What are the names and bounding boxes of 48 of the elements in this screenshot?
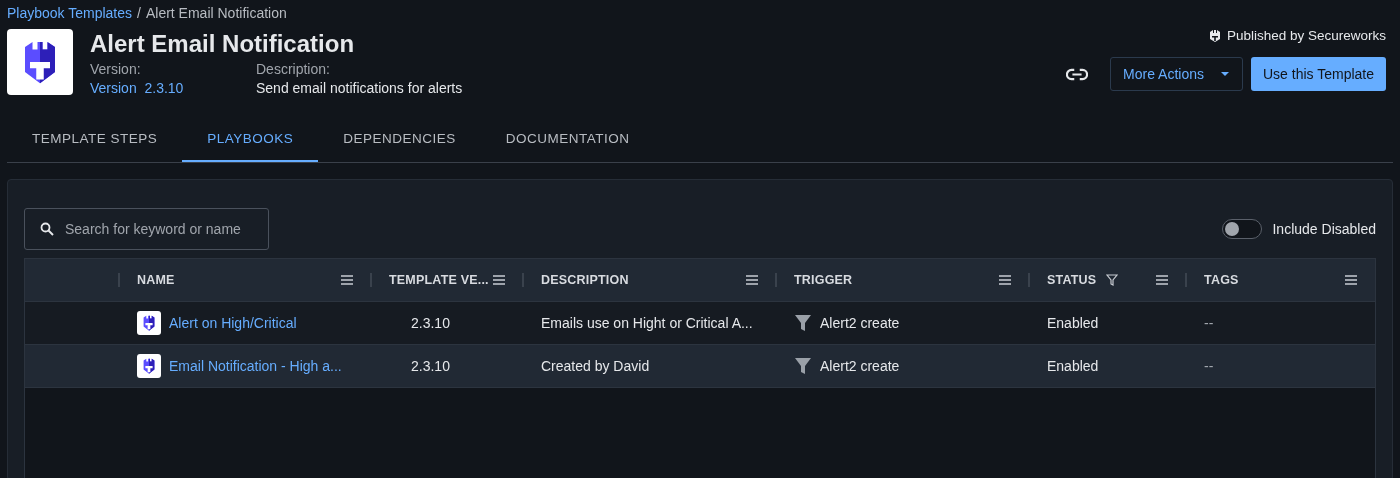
search-icon (40, 222, 54, 236)
playbook-link[interactable]: Email Notification - High a... (169, 358, 342, 374)
table-cell: 2.3.10 (411, 358, 450, 374)
column-header[interactable]: TEMPLATE VE... (389, 273, 489, 287)
filter-icon[interactable] (1106, 274, 1119, 286)
publisher-text: Published by Secureworks (1226, 28, 1386, 43)
table-cell: Enabled (1047, 315, 1099, 331)
link-icon[interactable] (1066, 67, 1089, 81)
tab[interactable]: DEPENDENCIES (318, 117, 481, 162)
table-cell: -- (1204, 315, 1214, 331)
breadcrumb-separator: / (137, 5, 141, 21)
funnel-icon (794, 357, 812, 375)
description-label: Description: (256, 61, 331, 77)
column-menu-icon[interactable] (1156, 275, 1168, 285)
playbook-link[interactable]: Alert on High/Critical (169, 315, 297, 331)
table-cell: Alert2 create (820, 315, 900, 331)
column-header[interactable]: STATUS (1047, 273, 1097, 287)
column-menu-icon[interactable] (1345, 275, 1357, 285)
version-label: Version: (90, 61, 142, 77)
breadcrumb-link[interactable]: Playbook Templates (7, 5, 133, 21)
use-template-button[interactable]: Use this Template (1251, 57, 1386, 91)
column-menu-icon[interactable] (746, 275, 758, 285)
toggle-label: Include Disabled (1272, 221, 1376, 237)
table-cell: 2.3.10 (411, 315, 450, 331)
shield-icon (1208, 28, 1221, 43)
column-menu-icon[interactable] (341, 275, 353, 285)
table-cell: -- (1204, 358, 1214, 374)
table-cell: Alert2 create (820, 358, 900, 374)
column-header[interactable]: TRIGGER (794, 273, 853, 287)
column-header[interactable]: NAME (137, 273, 175, 287)
funnel-icon (794, 314, 812, 332)
more-actions-button[interactable]: More Actions (1110, 57, 1243, 91)
tab[interactable]: PLAYBOOKS (182, 117, 319, 162)
tab[interactable]: TEMPLATE STEPS (7, 117, 183, 162)
column-header[interactable]: DESCRIPTION (541, 273, 629, 287)
column-menu-icon[interactable] (999, 275, 1011, 285)
table-cell: Enabled (1047, 358, 1099, 374)
description-text: Send email notifications for alerts (256, 80, 463, 96)
tab[interactable]: DOCUMENTATION (480, 117, 655, 162)
breadcrumb-current: Alert Email Notification (145, 5, 287, 21)
column-menu-icon[interactable] (493, 275, 505, 285)
column-header[interactable]: TAGS (1204, 273, 1239, 287)
table-cell: Created by David (541, 358, 650, 374)
version-value: Version 2.3.10 (90, 80, 185, 96)
search-field[interactable]: Search for keyword or name (24, 208, 269, 250)
template-title: Alert Email Notification (90, 29, 356, 59)
caret-icon (1220, 71, 1230, 77)
table-cell: Emails use on Hight or Critical A... (541, 315, 753, 331)
